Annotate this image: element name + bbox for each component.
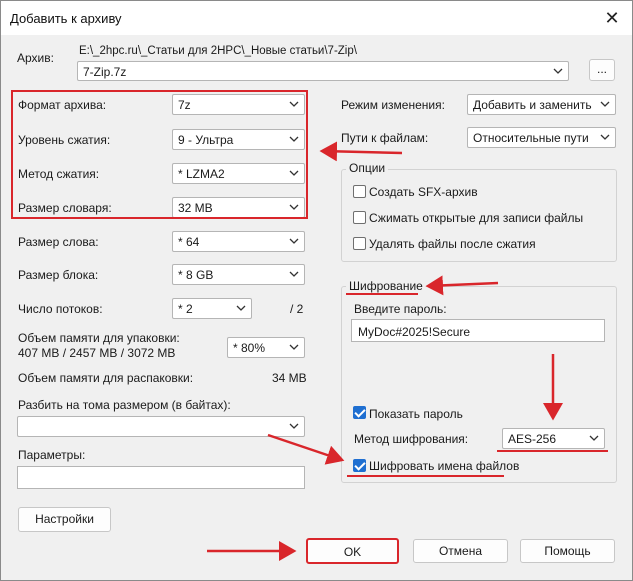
encrypt-names-checkbox[interactable] (353, 459, 366, 472)
delete-after-checkbox[interactable] (353, 237, 366, 250)
threads-value: * 2 (178, 302, 193, 316)
chevron-down-icon (289, 271, 299, 277)
encryption-method-label: Метод шифрования: (354, 432, 469, 446)
sfx-label: Создать SFX-архив (369, 185, 478, 199)
encryption-underline (346, 293, 418, 295)
mem-pack-label: Объем памяти для упаковки: (18, 331, 180, 345)
update-mode-value: Добавить и заменить (473, 98, 592, 112)
encryption-method-select[interactable]: AES-256 (502, 428, 605, 449)
close-icon[interactable]: ✕ (601, 7, 623, 29)
help-button[interactable]: Помощь (520, 539, 615, 563)
chevron-down-icon (589, 435, 599, 441)
chevron-down-icon (553, 68, 563, 74)
mem-pack-value: * 80% (233, 341, 266, 355)
block-select[interactable]: * 8 GB (172, 264, 305, 285)
shared-files-checkbox[interactable] (353, 211, 366, 224)
archive-path: E:\_2hpc.ru\_Статьи для 2HPC\_Новые стат… (79, 45, 357, 57)
threads-label: Число потоков: (18, 302, 103, 316)
options-title: Опции (346, 161, 389, 175)
block-value: * 8 GB (178, 268, 214, 282)
sfx-checkbox[interactable] (353, 185, 366, 198)
window-title: Добавить к архиву (10, 11, 122, 26)
word-select[interactable]: * 64 (172, 231, 305, 252)
encryption-title: Шифрование (346, 279, 426, 293)
chevron-down-icon (600, 101, 610, 107)
password-value: MyDoc#2025!Secure (358, 325, 471, 339)
encrypt-names-underline (347, 475, 504, 477)
split-label: Разбить на тома размером (в байтах): (18, 398, 231, 412)
path-mode-label: Пути к файлам: (341, 131, 429, 145)
cancel-button[interactable]: Отмена (413, 539, 508, 563)
update-mode-select[interactable]: Добавить и заменить (467, 94, 616, 115)
chevron-down-icon (600, 134, 610, 140)
encryption-method-underline (497, 450, 608, 452)
shared-files-label: Сжимать открытые для записи файлы (369, 211, 584, 225)
threads-select[interactable]: * 2 (172, 298, 252, 319)
path-mode-value: Относительные пути (473, 131, 589, 145)
password-input[interactable]: MyDoc#2025!Secure (351, 319, 605, 342)
delete-after-label: Удалять файлы после сжатия (369, 237, 536, 251)
chevron-down-icon (289, 344, 299, 350)
update-mode-label: Режим изменения: (341, 98, 445, 112)
archive-name-value: 7-Zip.7z (83, 65, 127, 79)
split-select[interactable] (17, 416, 305, 437)
params-label: Параметры: (18, 448, 86, 462)
chevron-down-icon (289, 423, 299, 429)
show-password-checkbox[interactable] (353, 406, 366, 419)
chevron-down-icon (236, 305, 246, 311)
browse-button[interactable]: ... (589, 59, 615, 81)
highlight-compression-box (11, 90, 308, 219)
block-label: Размер блока: (18, 268, 99, 282)
password-label: Введите пароль: (354, 302, 447, 316)
mem-unpack-label: Объем памяти для распаковки: (18, 371, 194, 385)
threads-max: / 2 (290, 302, 304, 316)
params-input[interactable] (17, 466, 305, 489)
encrypt-names-label: Шифровать имена файлов (369, 459, 520, 473)
encryption-method-value: AES-256 (508, 432, 557, 446)
settings-button[interactable]: Настройки (18, 507, 111, 532)
word-label: Размер слова: (18, 235, 99, 249)
chevron-down-icon (289, 238, 299, 244)
mem-unpack-value: 34 MB (272, 371, 307, 385)
word-value: * 64 (178, 235, 200, 249)
show-password-label: Показать пароль (369, 407, 463, 421)
ok-button[interactable]: OK (306, 538, 399, 564)
mem-pack-values: 407 MB / 2457 MB / 3072 MB (18, 346, 176, 360)
title-bar: Добавить к архиву ✕ (1, 1, 632, 35)
path-mode-select[interactable]: Относительные пути (467, 127, 616, 148)
mem-pack-select[interactable]: * 80% (227, 337, 305, 358)
archive-label: Архив: (17, 51, 54, 65)
archive-name-combo[interactable]: 7-Zip.7z (77, 61, 569, 81)
